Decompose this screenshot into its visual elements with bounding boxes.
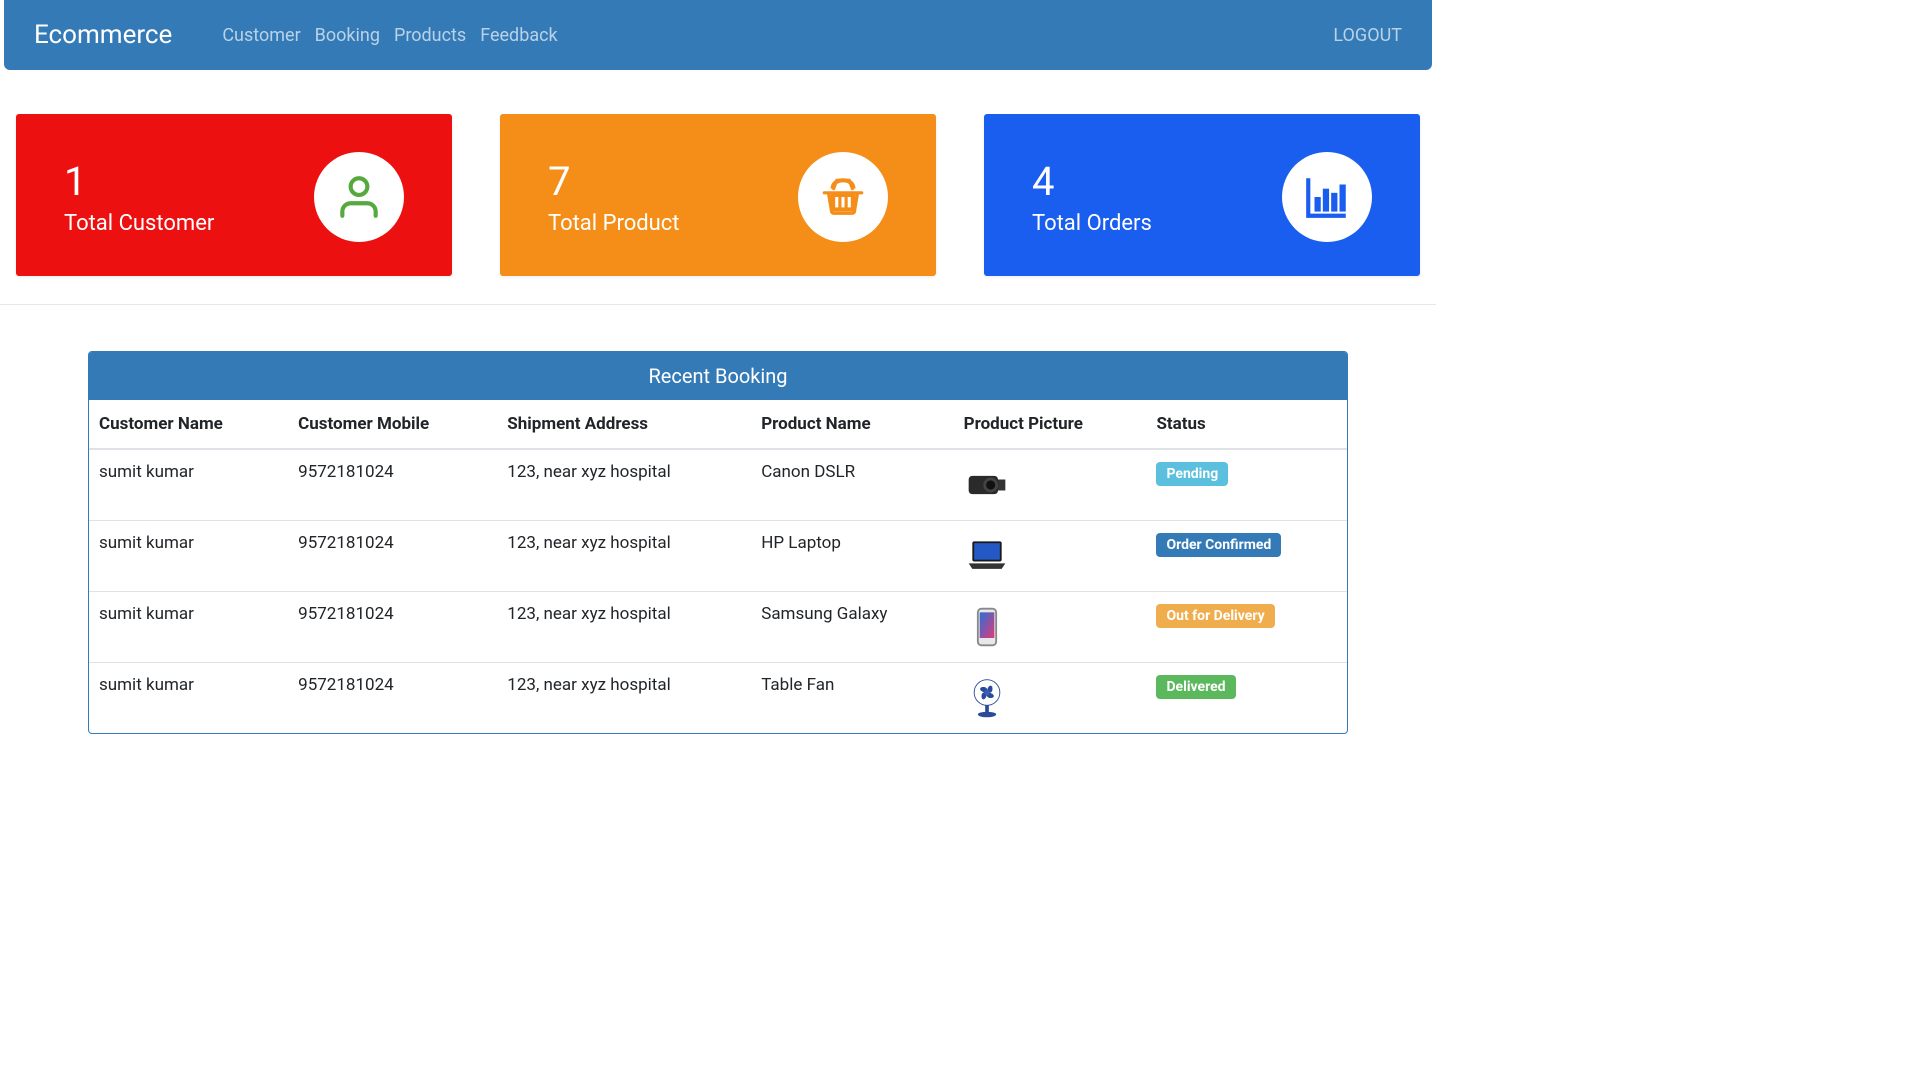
nav-links: Customer Booking Products Feedback: [222, 25, 1333, 46]
cell-product: Samsung Galaxy: [751, 592, 953, 663]
cell-status: Out for Delivery: [1146, 592, 1347, 663]
cell-status: Pending: [1146, 449, 1347, 521]
th-status: Status: [1146, 400, 1347, 449]
stat-product-value: 7: [548, 158, 680, 205]
nav-customer[interactable]: Customer: [222, 25, 300, 46]
nav-booking[interactable]: Booking: [315, 25, 380, 46]
status-badge: Pending: [1156, 462, 1228, 486]
product-phone-icon: [964, 604, 1010, 650]
status-badge: Order Confirmed: [1156, 533, 1281, 557]
product-laptop-icon: [964, 533, 1010, 579]
user-icon: [314, 152, 404, 242]
table-row: sumit kumar9572181024123, near xyz hospi…: [89, 449, 1347, 521]
th-product: Product Name: [751, 400, 953, 449]
navbar: Ecommerce Customer Booking Products Feed…: [4, 0, 1432, 70]
cell-product: HP Laptop: [751, 521, 953, 592]
th-picture: Product Picture: [954, 400, 1147, 449]
stat-card-customer[interactable]: 1 Total Customer: [16, 114, 452, 276]
panel-title: Recent Booking: [89, 352, 1347, 400]
product-camera-icon: [964, 462, 1010, 508]
cell-product: Table Fan: [751, 663, 953, 734]
basket-icon: [798, 152, 888, 242]
stat-card-product[interactable]: 7 Total Product: [500, 114, 936, 276]
recent-booking-panel: Recent Booking Customer Name Customer Mo…: [88, 351, 1348, 734]
stat-orders-value: 4: [1032, 158, 1152, 205]
booking-table: Customer Name Customer Mobile Shipment A…: [89, 400, 1347, 733]
cell-name: sumit kumar: [89, 521, 288, 592]
status-badge: Out for Delivery: [1156, 604, 1274, 628]
cell-product: Canon DSLR: [751, 449, 953, 521]
th-name: Customer Name: [89, 400, 288, 449]
stat-customer-value: 1: [64, 158, 214, 205]
cell-mobile: 9572181024: [288, 521, 497, 592]
cell-name: sumit kumar: [89, 592, 288, 663]
th-mobile: Customer Mobile: [288, 400, 497, 449]
cell-name: sumit kumar: [89, 449, 288, 521]
cell-picture: [954, 449, 1147, 521]
brand-title: Ecommerce: [34, 20, 172, 50]
product-fan-icon: [964, 675, 1010, 721]
stat-product-label: Total Product: [548, 211, 680, 236]
cell-status: Order Confirmed: [1146, 521, 1347, 592]
nav-products[interactable]: Products: [394, 25, 466, 46]
table-row: sumit kumar9572181024123, near xyz hospi…: [89, 592, 1347, 663]
th-address: Shipment Address: [497, 400, 751, 449]
cell-address: 123, near xyz hospital: [497, 592, 751, 663]
barchart-icon: [1282, 152, 1372, 242]
cell-name: sumit kumar: [89, 663, 288, 734]
logout-link[interactable]: LOGOUT: [1333, 25, 1402, 46]
divider: [0, 304, 1436, 305]
table-row: sumit kumar9572181024123, near xyz hospi…: [89, 663, 1347, 734]
status-badge: Delivered: [1156, 675, 1235, 699]
cell-picture: [954, 521, 1147, 592]
stat-card-orders[interactable]: 4 Total Orders: [984, 114, 1420, 276]
cell-status: Delivered: [1146, 663, 1347, 734]
cell-address: 123, near xyz hospital: [497, 521, 751, 592]
stat-cards-row: 1 Total Customer 7 Total Product 4 Total…: [0, 70, 1436, 304]
nav-feedback[interactable]: Feedback: [480, 25, 557, 46]
stat-orders-label: Total Orders: [1032, 211, 1152, 236]
stat-customer-label: Total Customer: [64, 211, 214, 236]
cell-address: 123, near xyz hospital: [497, 663, 751, 734]
cell-picture: [954, 663, 1147, 734]
cell-mobile: 9572181024: [288, 449, 497, 521]
cell-picture: [954, 592, 1147, 663]
table-row: sumit kumar9572181024123, near xyz hospi…: [89, 521, 1347, 592]
cell-mobile: 9572181024: [288, 663, 497, 734]
cell-address: 123, near xyz hospital: [497, 449, 751, 521]
cell-mobile: 9572181024: [288, 592, 497, 663]
